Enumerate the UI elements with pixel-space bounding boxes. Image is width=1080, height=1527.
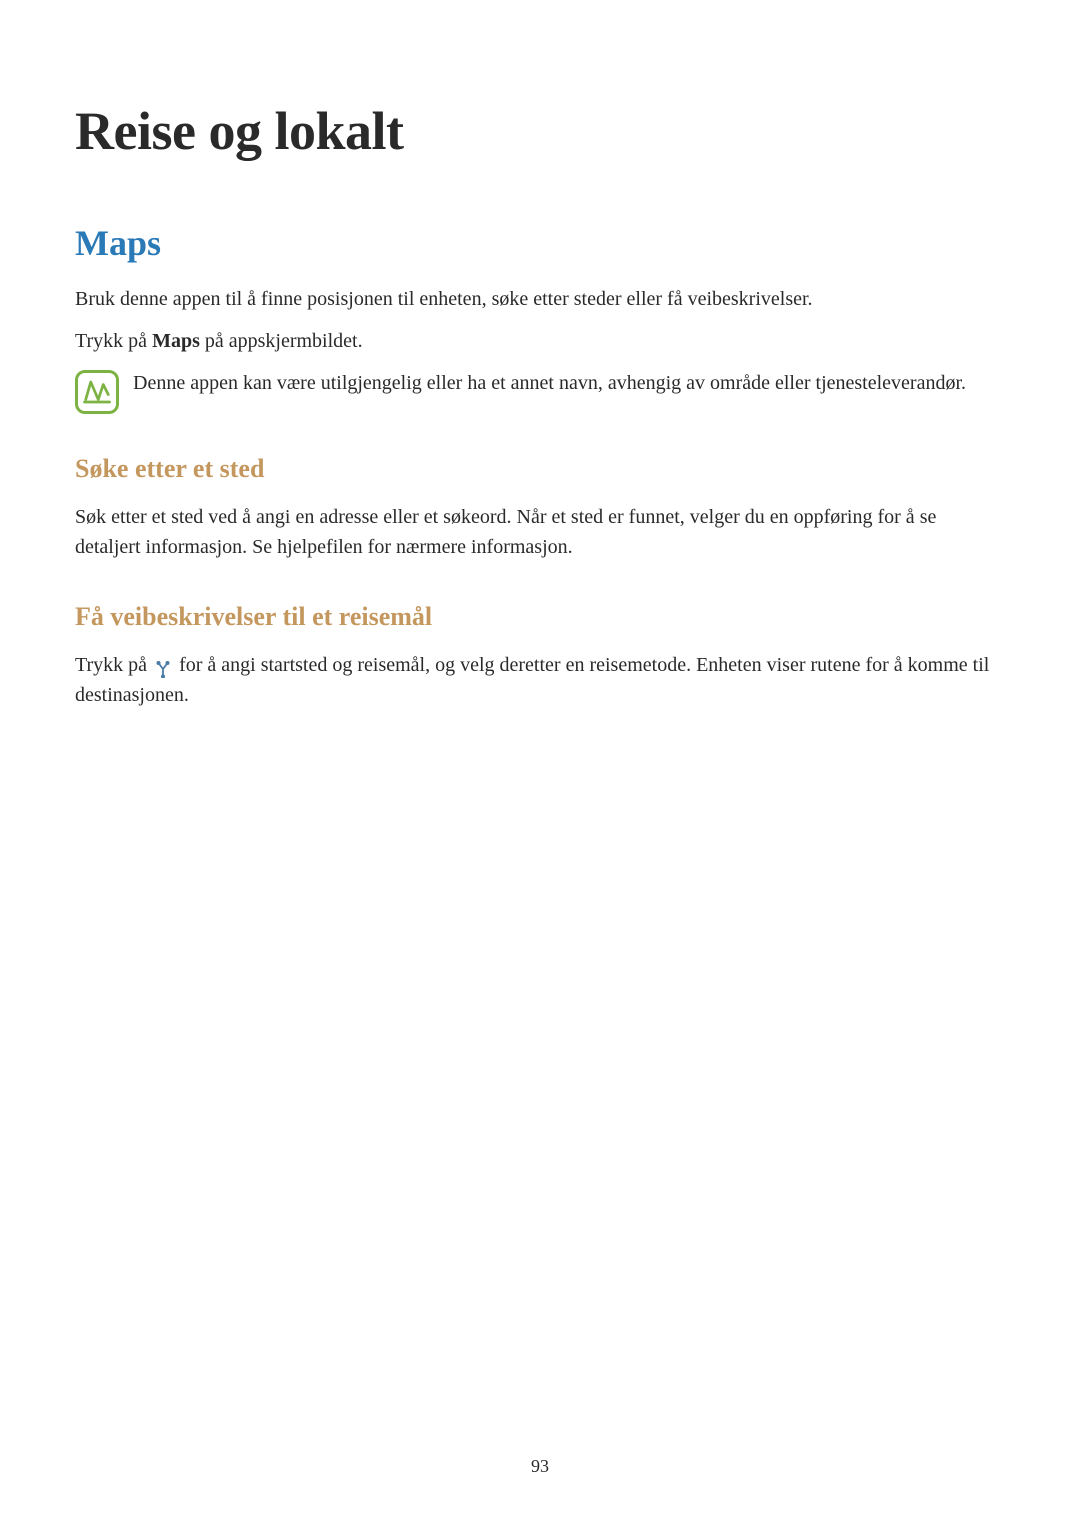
section-heading-search: Søke etter et sted — [75, 454, 1005, 484]
note-text: Denne appen kan være utilgjengelig eller… — [133, 368, 966, 398]
note-icon — [75, 370, 119, 414]
search-body-text: Søk etter et sted ved å angi en adresse … — [75, 502, 1005, 562]
directions-body-text: Trykk på for å angi startsted og reisemå… — [75, 650, 1005, 710]
dir-suffix: for å angi startsted og reisemål, og vel… — [75, 654, 989, 706]
section-heading-directions: Få veibeskrivelser til et reisemål — [75, 602, 1005, 632]
section-heading-maps: Maps — [75, 222, 1005, 264]
tap-suffix: på appskjermbildet. — [200, 330, 363, 352]
tap-bold: Maps — [152, 330, 200, 352]
maps-tap-text: Trykk på Maps på appskjermbildet. — [75, 326, 1005, 356]
maps-intro-text: Bruk denne appen til å finne posisjonen … — [75, 284, 1005, 314]
page-title: Reise og lokalt — [75, 100, 1005, 162]
directions-fork-icon — [154, 657, 172, 675]
note-block: Denne appen kan være utilgjengelig eller… — [75, 368, 1005, 414]
document-page: Reise og lokalt Maps Bruk denne appen ti… — [0, 0, 1080, 1527]
dir-prefix: Trykk på — [75, 654, 152, 676]
tap-prefix: Trykk på — [75, 330, 152, 352]
page-number: 93 — [0, 1456, 1080, 1477]
